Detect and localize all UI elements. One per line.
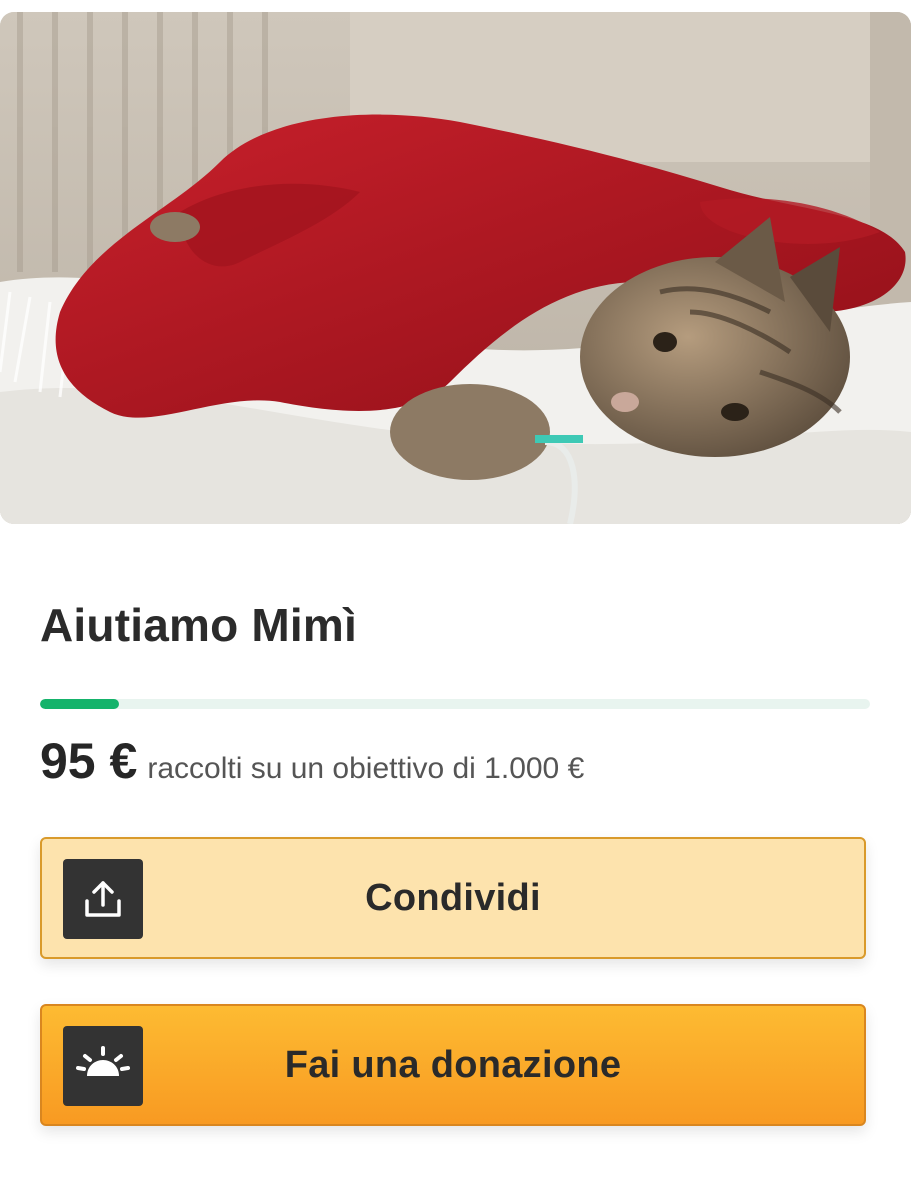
campaign-photo: [0, 12, 911, 524]
amount-raised-row: 95 € raccolti su un obiettivo di 1.000 €: [40, 732, 584, 790]
goal-text: raccolti su un obiettivo di 1.000 €: [147, 752, 585, 785]
donate-button-label: Fai una donazione: [284, 1043, 622, 1086]
share-button[interactable]: Condividi: [40, 837, 866, 959]
fundraising-progress-bar: [40, 699, 870, 709]
share-button-label: Condividi: [365, 876, 541, 919]
donate-button[interactable]: Fai una donazione: [40, 1004, 866, 1126]
progress-fill: [40, 699, 119, 709]
campaign-title: Aiutiamo Mimì: [40, 599, 357, 651]
share-upload-icon: [63, 859, 143, 939]
raised-amount: 95 €: [40, 733, 138, 789]
donation-hand-icon: [63, 1026, 143, 1106]
